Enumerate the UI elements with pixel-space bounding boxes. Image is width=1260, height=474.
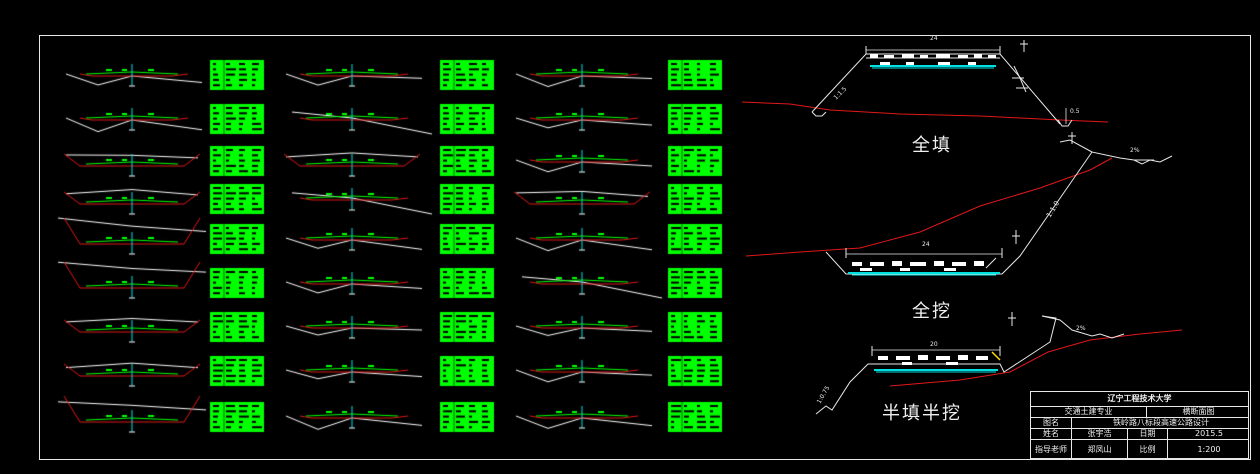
fill-top-width-label: 24 xyxy=(930,35,938,42)
title-row-3: 姓名 张宇浩 日期 2015.5 xyxy=(1031,428,1248,439)
date-label-cell: 日期 xyxy=(1127,429,1167,439)
advisor-cell: 郑凤山 xyxy=(1071,440,1127,460)
title-row-4: 指导老师 郑凤山 比例 1:200 xyxy=(1031,439,1248,460)
full-cut-diagram: 24 1:1.0 2% xyxy=(745,132,1173,276)
full-fill-label: 全填 xyxy=(912,135,952,156)
half-slope-label: 1:0.75 xyxy=(816,385,832,405)
cut-width-label: 24 xyxy=(922,241,930,248)
title-row-2: 图名 铁岭路八标段高速公路设计 xyxy=(1031,417,1248,428)
full-fill-diagram: 24 1:1.5 0.5 xyxy=(741,35,1109,127)
school-name: 辽宁工程技术大学 xyxy=(1107,394,1172,403)
drawing-name-cell: 横断面图 xyxy=(1146,407,1250,417)
half-fill-half-cut-label: 半填半挖 xyxy=(882,403,962,424)
half-width-label: 20 xyxy=(930,341,938,348)
cut-slope-label: 1:1.0 xyxy=(1045,200,1061,219)
name-label-cell: 图名 xyxy=(1043,418,1059,427)
date-cell: 2015.5 xyxy=(1167,429,1250,439)
advisor-label-cell: 指导老师 xyxy=(1035,445,1067,454)
author-label-cell: 姓名 xyxy=(1043,429,1059,438)
project-cell: 铁岭路八标段高速公路设计 xyxy=(1071,418,1250,428)
cad-viewport[interactable]: 24 1:1.5 0.5 24 1:1.0 2% 20 2% 1:0.75 全填… xyxy=(0,0,1260,474)
full-cut-label: 全挖 xyxy=(912,301,952,322)
cut-platform-label: 2% xyxy=(1130,147,1140,154)
scale-label-cell: 比例 xyxy=(1127,440,1167,460)
title-block: 辽宁工程技术大学 交通土建专业 横断面图 图名 铁岭路八标段高速公路设计 姓名 … xyxy=(1030,391,1249,460)
major-cell: 交通土建专业 xyxy=(1064,407,1113,416)
fill-ditch-label: 0.5 xyxy=(1070,108,1080,115)
scale-cell: 1:200 xyxy=(1167,440,1250,460)
author-cell: 张宇浩 xyxy=(1071,429,1127,439)
title-row-1: 交通土建专业 横断面图 xyxy=(1031,406,1248,417)
half-platform-label: 2% xyxy=(1076,325,1086,332)
